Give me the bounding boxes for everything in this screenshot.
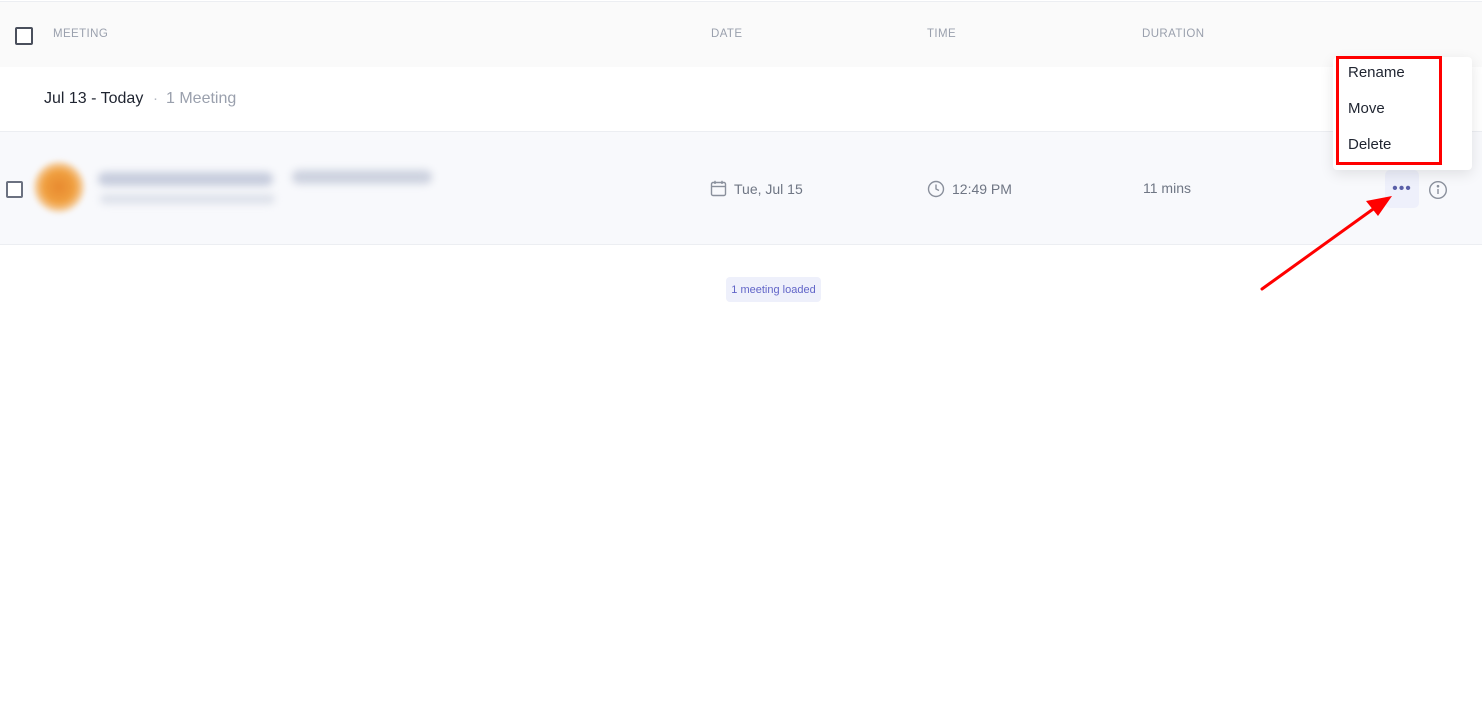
- date-group-header: Jul 13 - Today · 1 Meeting: [0, 67, 1482, 131]
- row-checkbox[interactable]: [6, 181, 23, 198]
- table-row[interactable]: Tue, Jul 15 12:49 PM 11 mins •••: [0, 131, 1482, 245]
- meeting-title-redacted[interactable]: [98, 172, 273, 186]
- meeting-title-redacted-secondary: [292, 170, 432, 184]
- column-header-meeting[interactable]: MEETING: [53, 28, 108, 40]
- clock-icon: [927, 180, 945, 198]
- more-options-button[interactable]: •••: [1385, 170, 1419, 208]
- info-icon[interactable]: [1428, 180, 1448, 200]
- meetings-loaded-badge: 1 meeting loaded: [726, 277, 821, 302]
- column-header-date[interactable]: DATE: [711, 28, 742, 40]
- meeting-duration: 11 mins: [1143, 180, 1191, 196]
- avatar: [34, 162, 84, 212]
- column-header-duration[interactable]: DURATION: [1142, 28, 1204, 40]
- menu-item-move[interactable]: Move: [1348, 100, 1385, 117]
- menu-item-rename[interactable]: Rename: [1348, 64, 1405, 81]
- group-title: Jul 13 - Today: [44, 90, 144, 107]
- meeting-date-text: Tue, Jul 15: [734, 180, 803, 197]
- select-all-checkbox[interactable]: [15, 27, 33, 45]
- meeting-date: Tue, Jul 15: [710, 180, 803, 197]
- column-header-time[interactable]: TIME: [927, 28, 956, 40]
- menu-item-delete[interactable]: Delete: [1348, 136, 1391, 153]
- row-context-menu: Rename Move Delete: [1333, 57, 1472, 170]
- meeting-time-text: 12:49 PM: [952, 181, 1012, 197]
- more-horizontal-icon: •••: [1392, 180, 1412, 197]
- group-separator: ·: [153, 90, 158, 107]
- meeting-subtitle-redacted: [100, 194, 275, 204]
- table-header: MEETING DATE TIME DURATION: [0, 1, 1482, 67]
- calendar-icon: [710, 180, 727, 197]
- meeting-time: 12:49 PM: [927, 180, 1012, 198]
- group-count: 1 Meeting: [166, 90, 237, 107]
